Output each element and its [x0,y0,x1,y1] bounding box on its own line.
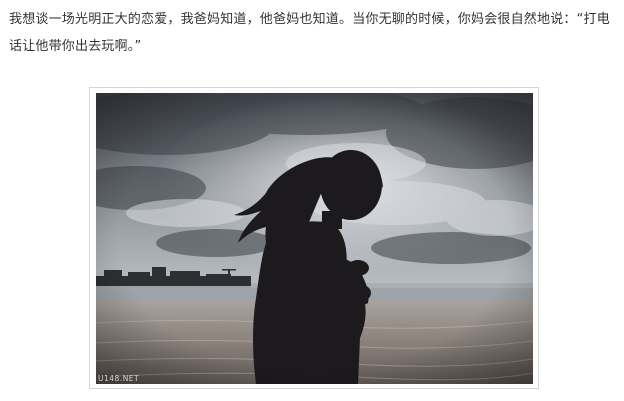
watermark-text: U148.NET [98,374,140,383]
article-paragraph: 我想谈一场光明正大的恋爱，我爸妈知道，他爸妈也知道。当你无聊的时候，你妈会很自然… [9,12,610,54]
photo-frame: U148.NET [89,87,539,389]
beach-silhouette-photo [96,93,533,384]
